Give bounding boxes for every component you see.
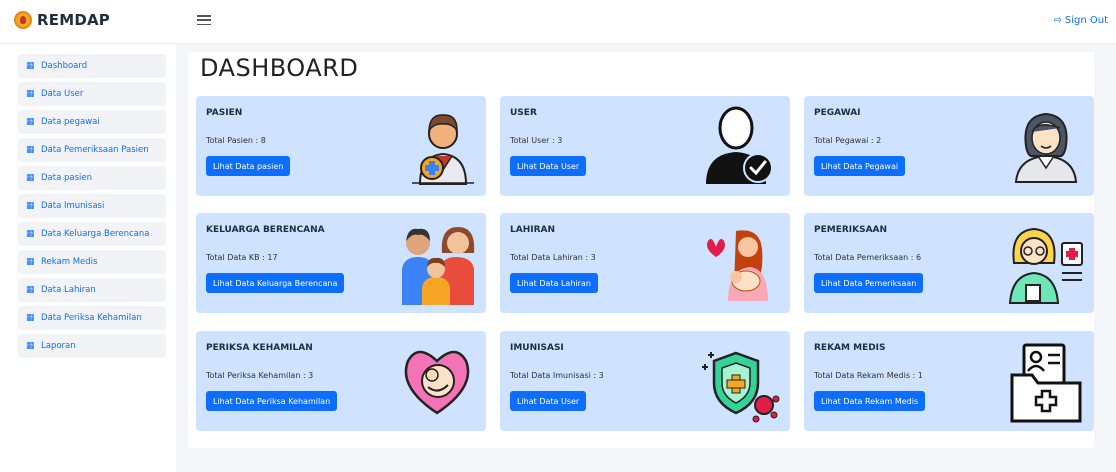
medical-record-icon [1010, 343, 1082, 423]
top-navbar: REMDAP ⇨ Sign Out [0, 0, 1116, 44]
card-title: PASIEN [206, 108, 243, 118]
sidebar-item-label: Dashboard [41, 61, 88, 71]
brand[interactable]: REMDAP [14, 11, 110, 29]
sidebar-item-label: Laporan [41, 341, 76, 351]
card-title: KELUARGA BERENCANA [206, 225, 325, 235]
grid-icon: ▦ [26, 229, 35, 239]
card-count: Total Data Pemeriksaan : 6 [814, 253, 922, 262]
view-imunisasi-button[interactable]: Lihat Data User [510, 391, 587, 411]
view-user-button[interactable]: Lihat Data User [510, 156, 587, 176]
sidebar-item-label: Data Imunisasi [41, 201, 105, 211]
card-count: Total Data Imunisasi : 3 [510, 371, 604, 380]
sign-out-label: Sign Out [1064, 15, 1108, 26]
sidebar-item-label: Data Periksa Kehamilan [41, 313, 142, 323]
card-count: Total Data Lahiran : 3 [510, 253, 596, 262]
sidebar-item-data-keluarga-berencana[interactable]: ▦ Data Keluarga Berencana [18, 222, 166, 246]
sidebar-item-dashboard[interactable]: ▦ Dashboard [18, 54, 166, 78]
grid-icon: ▦ [26, 285, 35, 295]
dashboard-panel: DASHBOARD PASIEN Total Pasien : 8 Lihat … [188, 52, 1094, 448]
view-pasien-button[interactable]: Lihat Data pasien [206, 156, 291, 176]
card-title: REKAM MEDIS [814, 343, 886, 353]
card-title: PEGAWAI [814, 108, 861, 118]
employee-icon [1014, 112, 1078, 183]
user-check-icon [706, 106, 773, 184]
doctor-icon [412, 114, 474, 185]
brand-logo-icon [14, 11, 32, 29]
brand-name: REMDAP [37, 11, 110, 29]
sidebar-item-data-pegawai[interactable]: ▦ Data pegawai [18, 110, 166, 134]
card-count: Total Pasien : 8 [206, 136, 266, 145]
sidebar-item-rekam-medis[interactable]: ▦ Rekam Medis [18, 250, 166, 274]
grid-icon: ▦ [26, 173, 35, 183]
grid-icon: ▦ [26, 257, 35, 267]
sidebar-item-label: Rekam Medis [41, 257, 98, 267]
card-title: IMUNISASI [510, 343, 564, 353]
view-keluarga-berencana-button[interactable]: Lihat Data Keluarga Berencana [206, 273, 345, 293]
sidebar-item-data-periksa-kehamilan[interactable]: ▦ Data Periksa Kehamilan [18, 306, 166, 330]
grid-icon: ▦ [26, 313, 35, 323]
grid-icon: ▦ [26, 145, 35, 155]
card-user: USER Total User : 3 Lihat Data User [500, 96, 790, 196]
card-rekam-medis: REKAM MEDIS Total Data Rekam Medis : 1 L… [804, 331, 1094, 431]
view-rekam-medis-button[interactable]: Lihat Data Rekam Medis [814, 391, 926, 411]
sidebar-item-data-pemeriksaan-pasien[interactable]: ▦ Data Pemeriksaan Pasien [18, 138, 166, 162]
doctor-examination-icon [1008, 227, 1083, 304]
card-title: PERIKSA KEHAMILAN [206, 343, 313, 353]
card-count: Total Pegawai : 2 [814, 136, 882, 145]
sign-out-icon: ⇨ [1053, 15, 1062, 26]
card-lahiran: LAHIRAN Total Data Lahiran : 3 Lihat Dat… [500, 213, 790, 313]
sign-out-link[interactable]: ⇨ Sign Out [1053, 15, 1108, 26]
sidebar-item-label: Data Pemeriksaan Pasien [41, 145, 149, 155]
card-count: Total Data Rekam Medis : 1 [814, 371, 923, 380]
card-title: USER [510, 108, 537, 118]
card-pegawai: PEGAWAI Total Pegawai : 2 Lihat Data Peg… [804, 96, 1094, 196]
grid-icon: ▦ [26, 341, 35, 351]
sidebar-item-label: Data Keluarga Berencana [41, 229, 150, 239]
view-pegawai-button[interactable]: Lihat Data Pegawai [814, 156, 906, 176]
card-count: Total Periksa Kehamilan : 3 [206, 371, 314, 380]
view-periksa-kehamilan-button[interactable]: Lihat Data Periksa Kehamilan [206, 391, 338, 411]
grid-icon: ▦ [26, 89, 35, 99]
menu-toggle-icon[interactable] [197, 13, 211, 27]
grid-icon: ▦ [26, 117, 35, 127]
sidebar: ▦ Dashboard ▦ Data User ▦ Data pegawai ▦ Dat… [0, 44, 176, 472]
pregnancy-heart-icon [404, 350, 470, 415]
sidebar-item-data-imunisasi[interactable]: ▦ Data Imunisasi [18, 194, 166, 218]
grid-icon: ▦ [26, 61, 35, 71]
family-icon [402, 227, 475, 305]
grid-icon: ▦ [26, 201, 35, 211]
sidebar-item-label: Data User [41, 89, 84, 99]
sidebar-item-data-pasien[interactable]: ▦ Data pasien [18, 166, 166, 190]
sidebar-item-data-lahiran[interactable]: ▦ Data Lahiran [18, 278, 166, 302]
vaccine-shield-icon [702, 351, 780, 423]
page-title: DASHBOARD [200, 54, 359, 82]
mother-baby-icon [707, 230, 768, 301]
card-title: LAHIRAN [510, 225, 556, 235]
sidebar-item-label: Data pasien [41, 173, 93, 183]
card-count: Total Data KB : 17 [206, 253, 278, 262]
sidebar-item-label: Data Lahiran [41, 285, 96, 295]
view-lahiran-button[interactable]: Lihat Data Lahiran [510, 273, 598, 293]
card-pasien: PASIEN Total Pasien : 8 Lihat Data pasie… [196, 96, 486, 196]
card-title: PEMERIKSAAN [814, 225, 888, 235]
sidebar-item-laporan[interactable]: ▦ Laporan [18, 334, 166, 358]
view-pemeriksaan-button[interactable]: Lihat Data Pemeriksaan [814, 273, 924, 293]
card-pemeriksaan: PEMERIKSAAN Total Data Pemeriksaan : 6 L… [804, 213, 1094, 313]
sidebar-item-label: Data pegawai [41, 117, 100, 127]
card-imunisasi: IMUNISASI Total Data Imunisasi : 3 Lihat… [500, 331, 790, 431]
card-periksa-kehamilan: PERIKSA KEHAMILAN Total Periksa Kehamila… [196, 331, 486, 431]
card-keluarga-berencana: KELUARGA BERENCANA Total Data KB : 17 Li… [196, 213, 486, 313]
card-count: Total User : 3 [510, 136, 563, 145]
sidebar-item-data-user[interactable]: ▦ Data User [18, 82, 166, 106]
